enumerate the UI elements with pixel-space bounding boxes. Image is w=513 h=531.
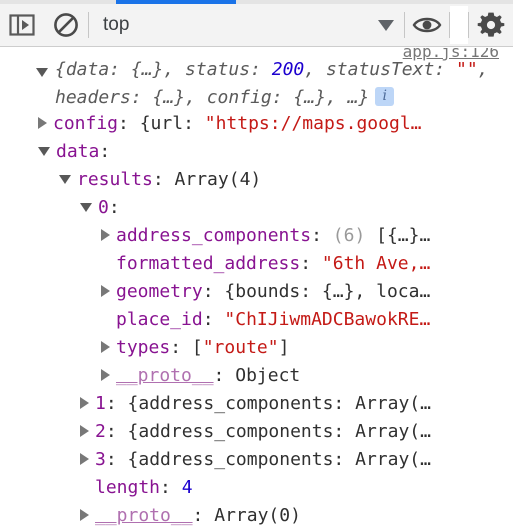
collapse-triangle-icon[interactable] (59, 174, 71, 184)
execution-context-selector[interactable]: top (89, 4, 404, 46)
show-console-sidebar-button[interactable] (0, 4, 44, 46)
property-value: 4 (181, 477, 193, 498)
property-value: [ (191, 337, 203, 358)
gear-icon (477, 12, 505, 37)
sidebar-panel-icon (9, 14, 35, 36)
object-property-row[interactable]: __proto__: Array(0) (0, 502, 513, 530)
property-value-2: "https://maps.googl… (204, 113, 422, 134)
expand-response-object-toggle[interactable] (36, 68, 48, 77)
preview-text-2: , statusText: (304, 59, 456, 80)
object-property-row[interactable]: place_id: "ChIJiwmADCBawokRE… (0, 306, 513, 334)
clear-console-button[interactable] (44, 4, 88, 46)
property-key: __proto__ (116, 365, 214, 386)
object-property-row[interactable]: data: (0, 138, 513, 166)
object-property-row[interactable]: formatted_address: "6th Ave,… (0, 250, 513, 278)
property-value: {url: (139, 113, 205, 134)
property-separator: : (300, 253, 322, 274)
chevron-down-icon (378, 19, 394, 31)
console-settings-button[interactable] (469, 4, 513, 46)
execution-context-label: top (103, 14, 130, 35)
property-separator: : (152, 169, 175, 190)
object-property-row[interactable]: 3: {address_components: Array(… (0, 446, 513, 474)
object-property-row[interactable]: geometry: {bounds: {…}, loca… (0, 278, 513, 306)
response-object-preview[interactable]: {data: {…}, status: 200, statusText: "",… (55, 56, 495, 112)
property-value: {address_components: Array(… (127, 393, 431, 414)
property-value: Array(4) (174, 169, 262, 190)
property-key: 3 (95, 449, 106, 470)
no-entry-icon (54, 13, 78, 37)
console-message-list: app.js:126 {data: {…}, status: 200, stat… (0, 48, 513, 531)
property-key: place_id (116, 309, 203, 330)
object-property-rows: config: {url: "https://maps.googl… data: r… (0, 110, 513, 531)
object-property-row[interactable]: address_components: (6) [{…}… (0, 222, 513, 250)
property-key: address_components (116, 225, 312, 246)
object-property-row[interactable]: config: {url: "https://maps.googl… (0, 110, 513, 138)
object-property-row[interactable]: __proto__: Object (0, 362, 513, 390)
live-expression-button[interactable] (405, 4, 449, 46)
property-separator: : (105, 393, 128, 414)
expand-triangle-icon[interactable] (80, 425, 89, 437)
property-value: {bounds: {…}, loca… (224, 281, 431, 302)
info-badge-icon[interactable]: i (375, 86, 395, 106)
console-toolbar: top (0, 4, 513, 47)
console-filter-input[interactable] (450, 6, 468, 44)
property-value: {address_components: Array(… (127, 449, 431, 470)
property-key: __proto__ (95, 505, 193, 526)
property-separator: : (105, 449, 128, 470)
preview-empty-string: "" (455, 59, 478, 80)
property-value: "6th Ave,… (321, 253, 431, 274)
property-separator: : (99, 141, 111, 162)
object-property-row[interactable]: results: Array(4) (0, 166, 513, 194)
property-key: results (77, 169, 153, 190)
expand-triangle-icon[interactable] (101, 341, 110, 353)
property-value: {address_components: Array(… (127, 421, 431, 442)
property-separator: : (311, 225, 333, 246)
property-key: geometry (116, 281, 203, 302)
property-value: Array(0) (214, 505, 301, 526)
expand-triangle-icon[interactable] (101, 369, 110, 381)
preview-status-value: 200 (271, 59, 305, 80)
object-property-row[interactable]: length: 4 (0, 474, 513, 502)
property-key: types (116, 337, 171, 358)
expand-triangle-icon[interactable] (80, 397, 89, 409)
property-separator: : (202, 281, 225, 302)
property-key: config (53, 113, 119, 134)
property-separator: : (170, 337, 192, 358)
expand-triangle-icon[interactable] (80, 453, 89, 465)
object-property-row[interactable]: types: ["route"] (0, 334, 513, 362)
property-separator: : (192, 505, 215, 526)
preview-text-1: {data: {…}, status: (55, 59, 272, 80)
property-key: 0 (98, 197, 109, 218)
property-separator: : (118, 113, 140, 134)
property-separator: : (160, 477, 182, 498)
expand-triangle-icon[interactable] (80, 509, 89, 521)
property-separator: : (108, 197, 120, 218)
property-key: length (95, 477, 161, 498)
object-property-row[interactable]: 2: {address_components: Array(… (0, 418, 513, 446)
object-property-row[interactable]: 0: (0, 194, 513, 222)
property-key: data (56, 141, 100, 162)
property-value-3: ] (278, 337, 290, 358)
property-value: Object (235, 365, 301, 386)
property-key: 1 (95, 393, 106, 414)
expand-triangle-icon[interactable] (38, 117, 47, 129)
expand-triangle-icon[interactable] (101, 229, 110, 241)
expand-triangle-icon[interactable] (101, 285, 110, 297)
property-separator: : (213, 365, 236, 386)
property-value-2: [{…}… (376, 225, 431, 246)
property-value: "ChIJiwmADCBawokRE… (224, 309, 431, 330)
property-value-2: "route" (202, 337, 279, 358)
property-separator: : (105, 421, 128, 442)
property-value: (6) (332, 225, 377, 246)
property-separator: : (202, 309, 225, 330)
property-key: 2 (95, 421, 106, 442)
eye-icon (412, 17, 442, 33)
collapse-triangle-icon[interactable] (38, 146, 50, 156)
object-property-row[interactable]: 1: {address_components: Array(… (0, 390, 513, 418)
property-key: formatted_address (116, 253, 301, 274)
collapse-triangle-icon[interactable] (80, 202, 92, 212)
